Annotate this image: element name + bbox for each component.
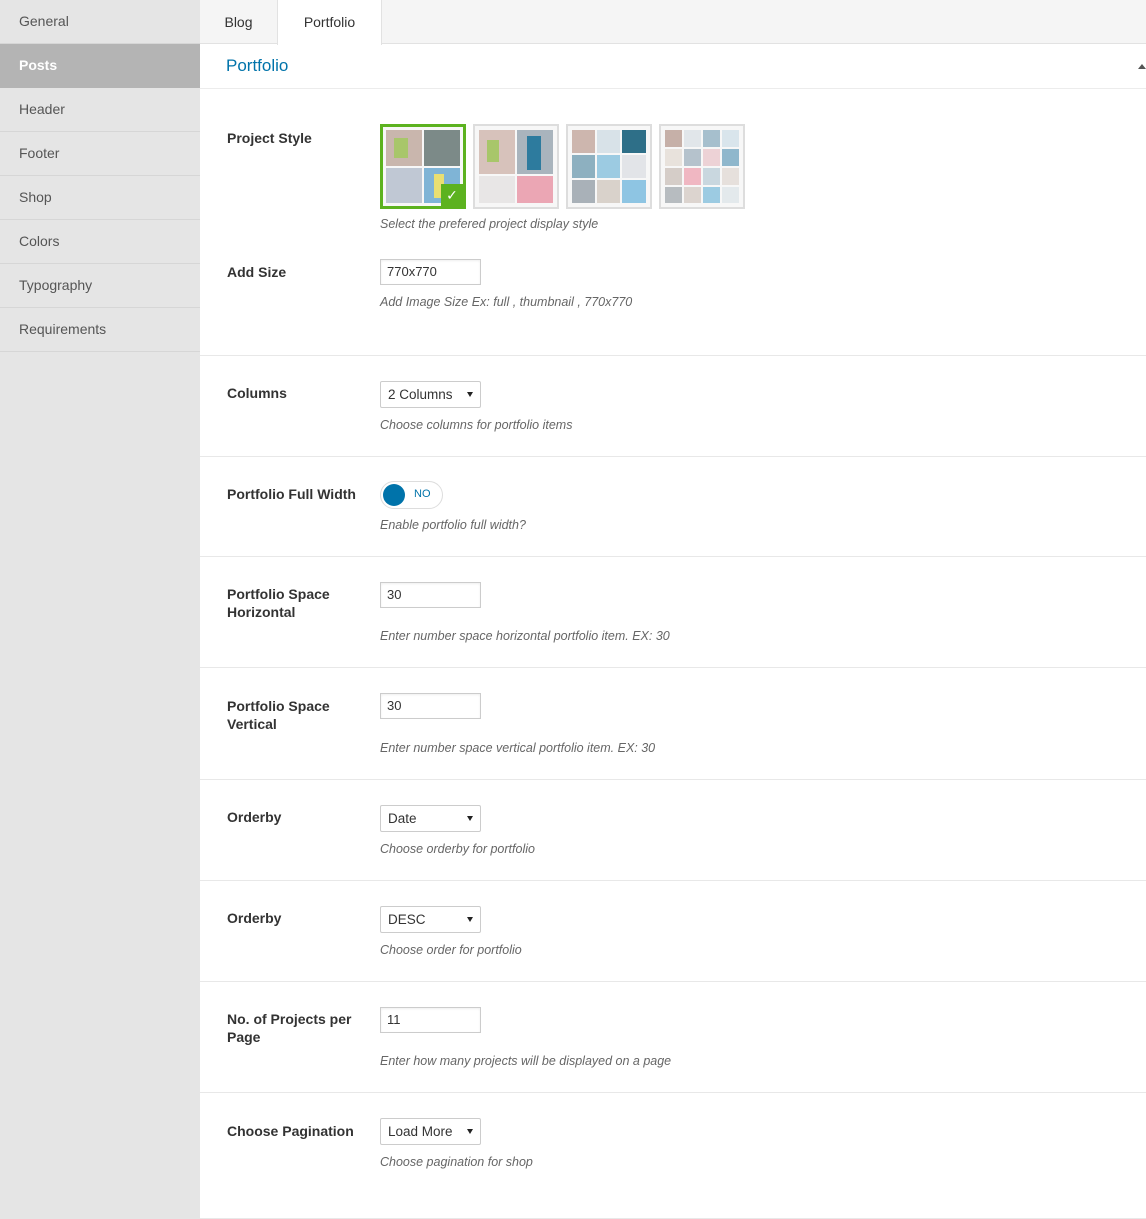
space-horizontal-input[interactable]: 30 bbox=[380, 582, 481, 608]
add-size-input[interactable]: 770x770 bbox=[380, 259, 481, 285]
columns-label: Columns bbox=[227, 385, 287, 401]
project-style-label: Project Style bbox=[227, 130, 312, 146]
project-style-description: Select the prefered project display styl… bbox=[380, 217, 599, 231]
sidebar-item-colors[interactable]: Colors bbox=[0, 220, 200, 264]
space-vertical-label: Portfolio Space Vertical bbox=[227, 698, 330, 732]
pagination-select-value: Load More bbox=[388, 1124, 453, 1139]
selected-check-icon: ✓ bbox=[441, 184, 463, 206]
chevron-down-icon bbox=[467, 392, 473, 397]
chevron-down-icon bbox=[467, 816, 473, 821]
per-page-input[interactable]: 11 bbox=[380, 1007, 481, 1033]
sidebar-item-header[interactable]: Header bbox=[0, 88, 200, 132]
style-2-preview-icon bbox=[479, 130, 553, 203]
row-orderby: Orderby Date Choose orderby for portfoli… bbox=[200, 780, 1146, 881]
orderby-description: Choose orderby for portfolio bbox=[380, 842, 535, 856]
space-horizontal-label: Portfolio Space Horizontal bbox=[227, 586, 330, 620]
toggle-knob bbox=[383, 484, 405, 506]
columns-description: Choose columns for portfolio items bbox=[380, 418, 573, 432]
row-full-width: Portfolio Full Width NO Enable portfolio… bbox=[200, 457, 1146, 557]
order-select[interactable]: DESC bbox=[380, 906, 481, 933]
columns-select[interactable]: 2 Columns bbox=[380, 381, 481, 408]
per-page-description: Enter how many projects will be displaye… bbox=[380, 1054, 672, 1068]
project-style-options: ✓ bbox=[380, 124, 745, 209]
section-title: Portfolio bbox=[226, 56, 289, 75]
pagination-description: Choose pagination for shop bbox=[380, 1155, 533, 1169]
orderby-select-value: Date bbox=[388, 811, 417, 826]
project-style-option-4[interactable] bbox=[659, 124, 745, 209]
chevron-down-icon bbox=[467, 1129, 473, 1134]
order-select-value: DESC bbox=[388, 912, 426, 927]
row-space-vertical: Portfolio Space Vertical 30 Enter number… bbox=[200, 668, 1146, 780]
full-width-description: Enable portfolio full width? bbox=[380, 518, 526, 532]
sidebar-item-typography[interactable]: Typography bbox=[0, 264, 200, 308]
orderby-label: Orderby bbox=[227, 809, 282, 825]
tab-blog[interactable]: Blog bbox=[200, 0, 277, 44]
sidebar-item-general[interactable]: General bbox=[0, 0, 200, 44]
row-order: Orderby DESC Choose order for portfolio bbox=[200, 881, 1146, 982]
tab-portfolio[interactable]: Portfolio bbox=[277, 0, 382, 45]
settings-sidebar: General Posts Header Footer Shop Colors … bbox=[0, 0, 200, 1219]
main-panel: Blog Portfolio Portfolio Project Style ✓ bbox=[200, 0, 1146, 1219]
add-size-description: Add Image Size Ex: full , thumbnail , 77… bbox=[380, 295, 633, 309]
order-description: Choose order for portfolio bbox=[380, 943, 522, 957]
chevron-down-icon bbox=[467, 917, 473, 922]
project-style-option-3[interactable] bbox=[566, 124, 652, 209]
space-vertical-input[interactable]: 30 bbox=[380, 693, 481, 719]
pagination-label: Choose Pagination bbox=[227, 1123, 354, 1139]
row-columns: Columns 2 Columns Choose columns for por… bbox=[200, 356, 1146, 457]
full-width-label: Portfolio Full Width bbox=[227, 486, 356, 502]
sidebar-item-requirements[interactable]: Requirements bbox=[0, 308, 200, 352]
columns-select-value: 2 Columns bbox=[388, 387, 453, 402]
sidebar-item-posts[interactable]: Posts bbox=[0, 44, 200, 88]
style-3-preview-icon bbox=[572, 130, 646, 203]
style-4-preview-icon bbox=[665, 130, 739, 203]
tab-bar: Blog Portfolio bbox=[200, 0, 1146, 45]
add-size-label: Add Size bbox=[227, 264, 287, 280]
full-width-toggle[interactable]: NO bbox=[380, 481, 443, 509]
sidebar-item-footer[interactable]: Footer bbox=[0, 132, 200, 176]
row-pagination: Choose Pagination Load More Choose pagin… bbox=[200, 1093, 1146, 1219]
row-project-style: Project Style ✓ Select the prefered proj… bbox=[200, 89, 1146, 356]
orderby-select[interactable]: Date bbox=[380, 805, 481, 832]
space-vertical-description: Enter number space vertical portfolio it… bbox=[380, 741, 656, 755]
space-horizontal-description: Enter number space horizontal portfolio … bbox=[380, 629, 670, 643]
sidebar-item-shop[interactable]: Shop bbox=[0, 176, 200, 220]
collapse-arrow-icon[interactable] bbox=[1138, 64, 1146, 69]
row-per-page: No. of Projects per Page 11 Enter how ma… bbox=[200, 982, 1146, 1093]
project-style-option-2[interactable] bbox=[473, 124, 559, 209]
project-style-option-1[interactable]: ✓ bbox=[380, 124, 466, 209]
order-label: Orderby bbox=[227, 910, 282, 926]
section-header[interactable]: Portfolio bbox=[200, 44, 1146, 89]
pagination-select[interactable]: Load More bbox=[380, 1118, 481, 1145]
row-space-horizontal: Portfolio Space Horizontal 30 Enter numb… bbox=[200, 557, 1146, 668]
toggle-state-label: NO bbox=[414, 488, 431, 500]
per-page-label: No. of Projects per Page bbox=[227, 1011, 352, 1045]
